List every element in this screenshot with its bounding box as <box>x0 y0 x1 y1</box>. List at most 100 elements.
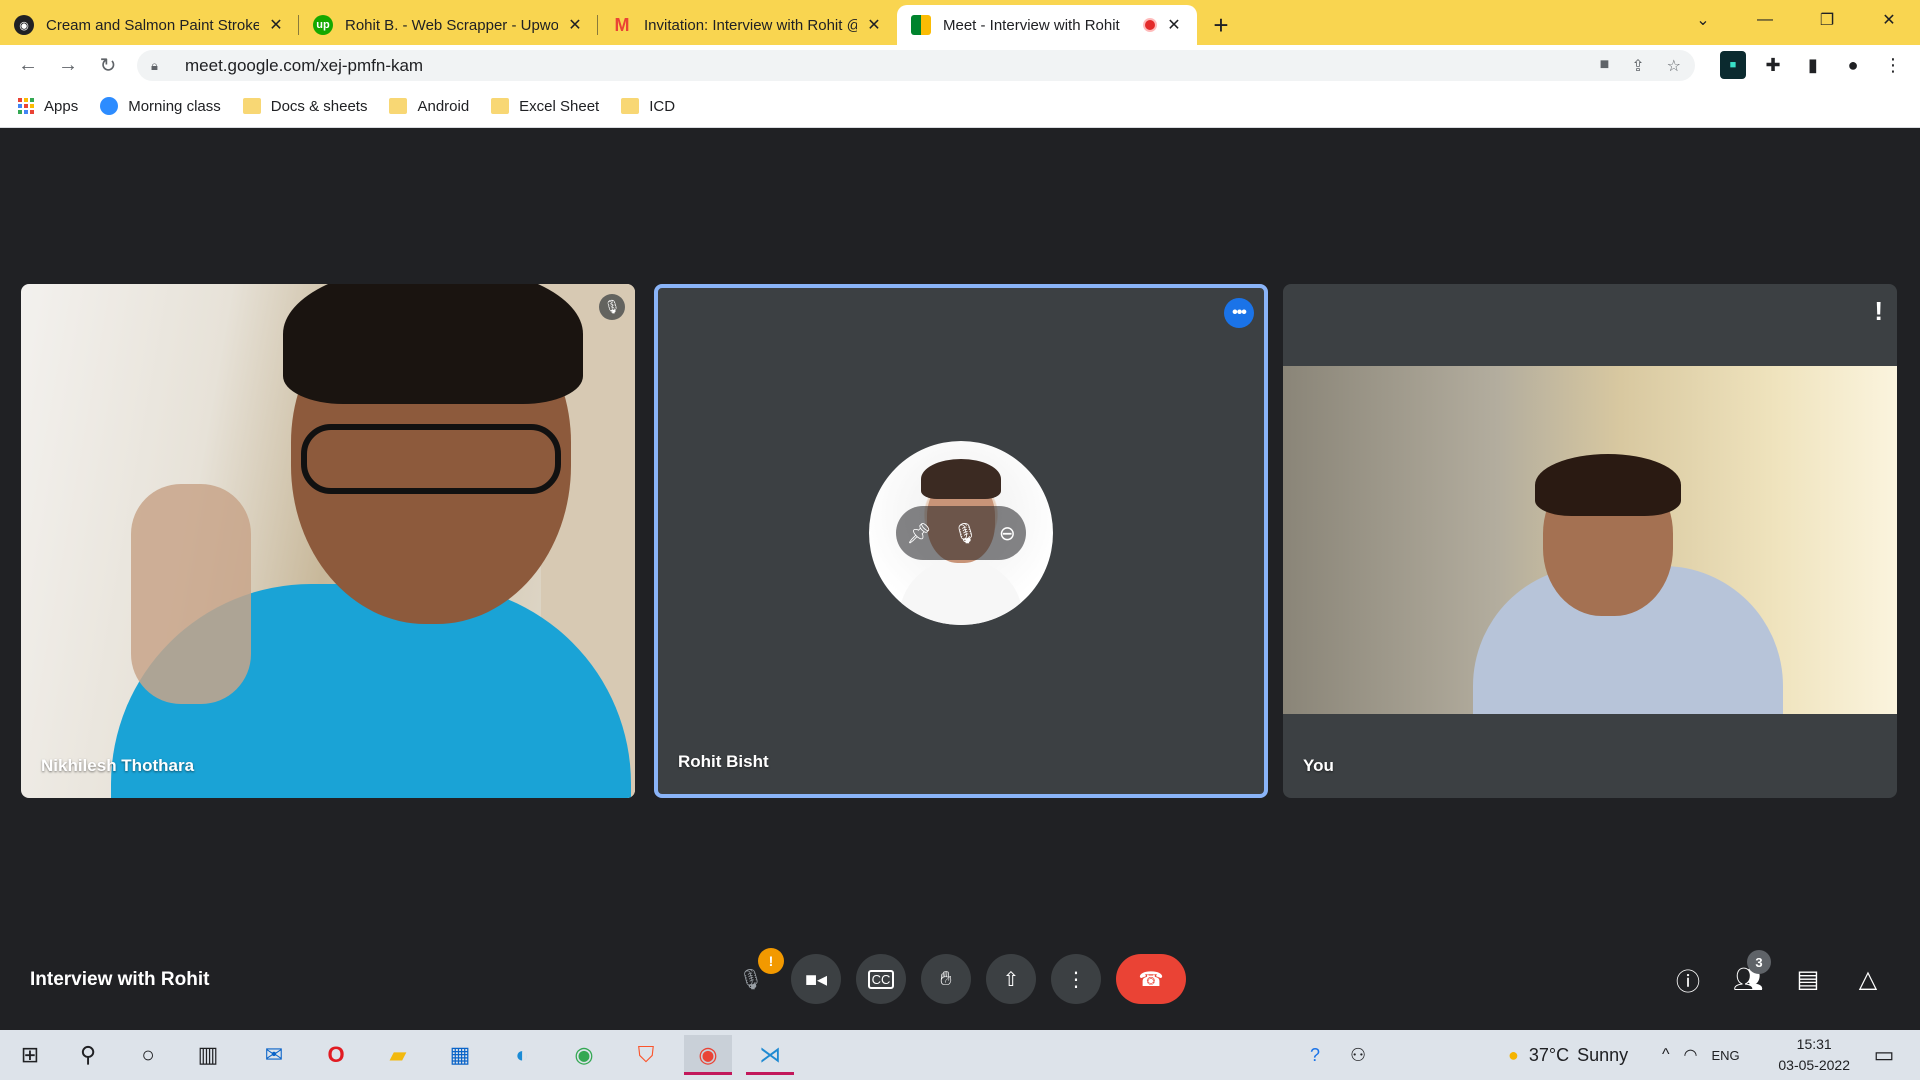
participant-name: Nikhilesh Thothara <box>41 756 195 775</box>
video-figure <box>131 484 251 704</box>
pin-icon[interactable]: 📌︎ <box>906 521 931 546</box>
new-tab-button[interactable]: + <box>1203 5 1239 45</box>
camera-button[interactable]: ■◂ <box>791 954 841 1004</box>
menu-kebab-icon[interactable]: ⋮ <box>1880 51 1906 79</box>
more-vert-icon: ⋮ <box>1066 968 1086 991</box>
close-icon[interactable]: ✕ <box>1165 15 1183 35</box>
participant-tile-rohit[interactable]: ••• 📌︎ 🎙︎ ⊖ Rohit Bisht <box>654 284 1268 798</box>
puzzle-icon[interactable]: ✚ <box>1760 51 1786 79</box>
url-text[interactable]: meet.google.com/xej-pmfn-kam <box>185 56 423 76</box>
restore-icon[interactable]: ❐ <box>1796 0 1858 40</box>
address-bar[interactable]: 🔒︎ meet.google.com/xej-pmfn-kam ■ ⇪ ☆ <box>137 50 1695 81</box>
minimize-icon[interactable]: — <box>1734 0 1796 40</box>
lock-icon[interactable]: 🔒︎ <box>151 58 167 74</box>
extension-icon[interactable]: ■ <box>1720 51 1746 79</box>
captions-button[interactable]: CC <box>856 954 906 1004</box>
task-view-icon[interactable]: ▥ <box>184 1035 232 1075</box>
captions-icon: CC <box>867 969 895 989</box>
store-icon[interactable]: ▦ <box>436 1035 484 1075</box>
wifi-icon[interactable]: ◠ <box>1684 1045 1698 1065</box>
bookmark-star-icon[interactable]: ☆ <box>1667 56 1681 76</box>
tab-meet[interactable]: Meet - Interview with Rohit ✕ <box>897 5 1197 45</box>
cortana-icon[interactable]: ○ <box>124 1035 172 1075</box>
info-icon: ⓘ <box>1676 968 1700 996</box>
meeting-details-button[interactable]: ⓘ <box>1663 954 1713 1004</box>
clock-date: 03-05-2022 <box>1778 1057 1850 1073</box>
weather-widget[interactable]: ● 37°C Sunny <box>1508 1030 1628 1080</box>
leave-call-button[interactable]: ☎︎ <box>1116 954 1186 1004</box>
video-figure <box>1535 454 1681 516</box>
back-icon[interactable]: ← <box>8 45 48 85</box>
edge-icon[interactable]: ◐ <box>498 1035 546 1075</box>
bookmark-morning-class[interactable]: Morning class <box>100 97 221 115</box>
raise-hand-button[interactable]: ✋︎ <box>921 954 971 1004</box>
brave-icon[interactable]: ⛉ <box>622 1035 670 1075</box>
language-indicator[interactable]: ENG <box>1711 1048 1739 1063</box>
video-camera-icon: ■◂ <box>804 968 828 991</box>
vscode-icon[interactable]: ⋊ <box>746 1035 794 1075</box>
people-tray-icon[interactable]: ⚇ <box>1350 1045 1366 1066</box>
tab-search-icon[interactable]: ⌄ <box>1672 0 1734 40</box>
present-screen-icon: ⇧ <box>1002 968 1020 991</box>
mic-off-icon: 🎙︎ <box>599 294 625 320</box>
help-icon[interactable]: ? <box>1310 1045 1320 1066</box>
participant-tile-you[interactable]: ! You <box>1283 284 1897 798</box>
close-icon[interactable]: ✕ <box>865 15 883 35</box>
warning-icon[interactable]: ! <box>1874 296 1883 327</box>
chevron-up-icon[interactable]: ^ <box>1662 1046 1670 1064</box>
windows-start-icon[interactable]: ⊞ <box>6 1035 54 1075</box>
video-figure <box>301 424 561 494</box>
folder-icon <box>621 98 640 114</box>
omnibox-actions: ■ ⇪ ☆ <box>1600 56 1681 76</box>
remove-icon[interactable]: ⊖ <box>999 521 1016 546</box>
file-explorer-icon[interactable]: ▰ <box>374 1035 422 1075</box>
extensions-area: ■ ✚ ▮ ● ⋮ <box>1720 51 1906 79</box>
activities-button[interactable]: △ <box>1843 954 1893 1004</box>
mic-icon: 🎙︎ <box>738 968 764 991</box>
bookmark-docs-sheets[interactable]: Docs & sheets <box>242 98 367 115</box>
close-icon[interactable]: ✕ <box>267 15 285 35</box>
gmail-icon: M <box>614 14 630 35</box>
windows-taskbar: ⊞ ⚲ ○ ▥ ✉ O ▰ ▦ ◐ ◉ ⛉ ◉ ⋊ ? ⚇ ● 37°C Sun… <box>0 1030 1920 1080</box>
tab-paint-strokes[interactable]: ◉ Cream and Salmon Paint Strokes ✕ <box>0 5 299 45</box>
meeting-title: Interview with Rohit <box>30 969 210 990</box>
people-button[interactable]: 👥︎ 3 <box>1723 950 1773 1004</box>
profile-avatar[interactable]: ● <box>1840 51 1866 79</box>
more-options-icon[interactable]: ••• <box>1224 298 1254 328</box>
tab-gmail[interactable]: M Invitation: Interview with Rohit @ ✕ <box>598 5 897 45</box>
share-icon[interactable]: ⇪ <box>1631 56 1644 76</box>
opera-icon[interactable]: O <box>312 1035 360 1075</box>
microphone-button[interactable]: 🎙︎ ! <box>726 948 784 1004</box>
tab-upwork[interactable]: up Rohit B. - Web Scrapper - Upwork ✕ <box>299 5 598 45</box>
close-window-icon[interactable]: ✕ <box>1858 0 1920 40</box>
participant-tile-nikhilesh[interactable]: 🎙︎ Nikhilesh Thothara <box>21 284 635 798</box>
mic-alert-badge: ! <box>758 948 784 974</box>
browser-toolbar: ← → ↻ 🔒︎ meet.google.com/xej-pmfn-kam ■ … <box>0 45 1920 85</box>
bookmark-apps[interactable]: Apps <box>18 98 78 115</box>
reload-icon[interactable]: ↻ <box>88 45 128 85</box>
more-options-button[interactable]: ⋮ <box>1051 954 1101 1004</box>
bookmarks-bar: Apps Morning class Docs & sheets Android… <box>0 85 1920 128</box>
bookmark-android[interactable]: Android <box>389 98 469 115</box>
close-icon[interactable]: ✕ <box>566 15 584 35</box>
camera-shutter-icon: ◉ <box>14 15 34 35</box>
sun-icon: ● <box>1508 1044 1519 1065</box>
chat-button[interactable]: ▤ <box>1783 954 1833 1004</box>
side-panel-icon[interactable]: ▮ <box>1800 51 1826 79</box>
search-icon[interactable]: ⚲ <box>64 1035 112 1075</box>
chrome-profile-icon[interactable]: ◉ <box>684 1035 732 1075</box>
chat-icon: ▤ <box>1796 965 1820 993</box>
present-button[interactable]: ⇧ <box>986 954 1036 1004</box>
participant-name: Rohit Bisht <box>678 752 769 771</box>
clock[interactable]: 15:31 03-05-2022 <box>1778 1034 1850 1076</box>
bookmark-excel-sheet[interactable]: Excel Sheet <box>491 98 599 115</box>
camera-in-use-icon[interactable]: ■ <box>1600 56 1610 76</box>
bookmark-icd[interactable]: ICD <box>621 98 675 115</box>
self-video <box>1283 366 1897 714</box>
chrome-icon[interactable]: ◉ <box>560 1035 608 1075</box>
avatar-figure <box>921 459 1001 499</box>
notifications-icon[interactable]: ▭ <box>1860 1035 1908 1075</box>
mail-icon[interactable]: ✉ <box>250 1035 298 1075</box>
mic-icon[interactable]: 🎙︎ <box>953 521 978 546</box>
forward-icon[interactable]: → <box>48 45 88 85</box>
